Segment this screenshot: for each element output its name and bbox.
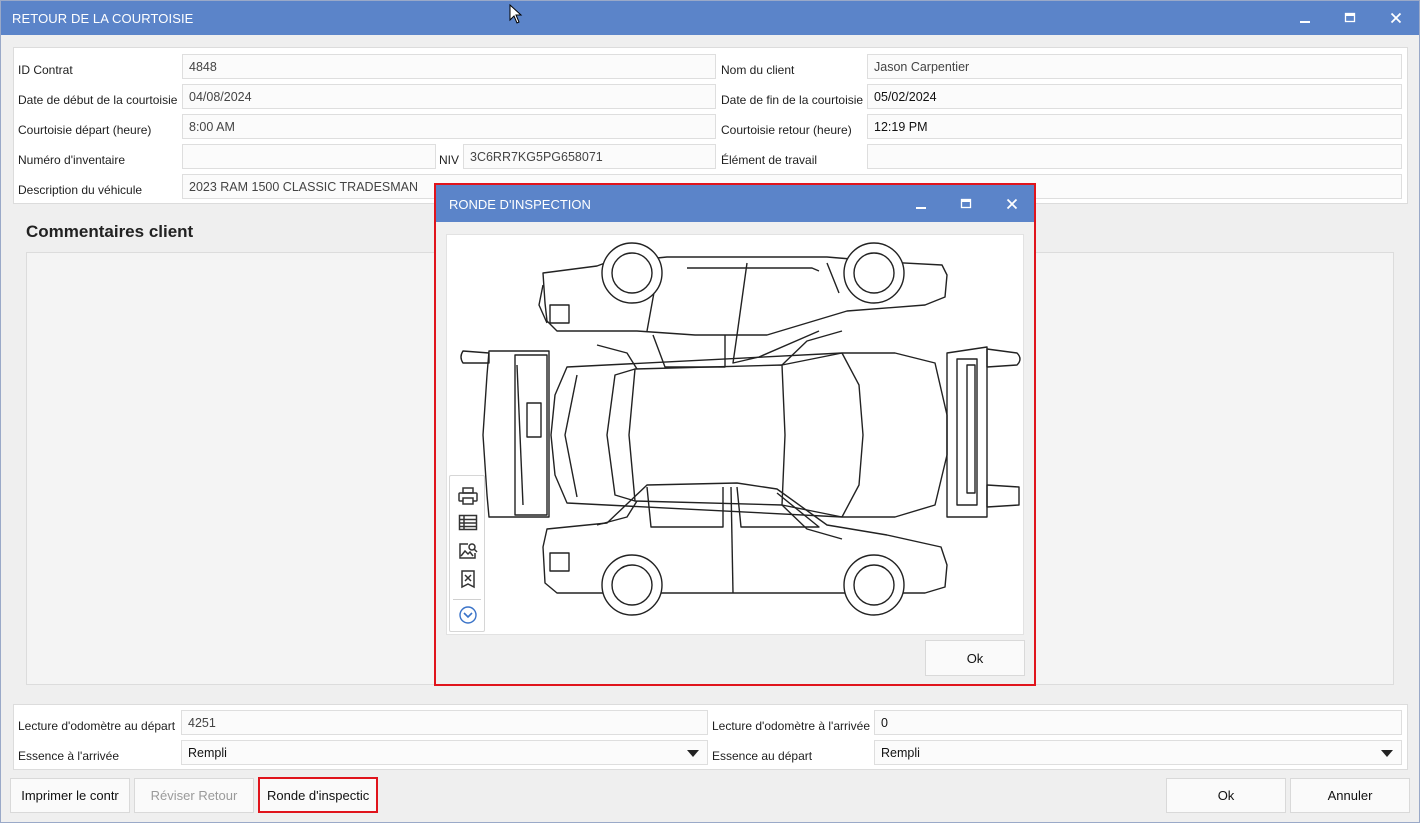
- odometer-departure-label: Lecture d'odomètre au départ: [18, 719, 176, 733]
- table-view-tool[interactable]: [457, 512, 479, 534]
- cancel-button[interactable]: Annuler: [1290, 778, 1410, 813]
- odometer-arrival-field[interactable]: 0: [874, 710, 1402, 735]
- fuel-departure-select[interactable]: Rempli: [874, 740, 1402, 765]
- vin-field[interactable]: 3C6RR7KG5PG658071: [463, 144, 716, 169]
- inspection-round-button[interactable]: Ronde d'inspectic: [258, 777, 378, 813]
- departure-time-field[interactable]: 8:00 AM: [182, 114, 716, 139]
- close-icon: [1390, 12, 1402, 24]
- inventory-number-label: Numéro d'inventaire: [18, 153, 126, 167]
- fuel-arrival-select[interactable]: Rempli: [181, 740, 708, 765]
- start-date-label: Date de début de la courtoisie: [18, 93, 178, 107]
- dialog-close-button[interactable]: [989, 187, 1035, 221]
- print-contract-button[interactable]: Imprimer le contr: [10, 778, 130, 813]
- work-item-field[interactable]: [867, 144, 1402, 169]
- clear-bookmark-icon: [461, 570, 475, 589]
- dialog-title: RONDE D'INSPECTION: [449, 197, 591, 212]
- vin-label: NIV: [439, 153, 460, 167]
- inspection-round-dialog: RONDE D'INSPECTION Ok: [434, 183, 1036, 686]
- fuel-departure-label: Essence au départ: [712, 749, 813, 763]
- client-name-field[interactable]: Jason Carpentier: [867, 54, 1402, 79]
- image-search-icon: [459, 543, 478, 559]
- dialog-maximize-button[interactable]: [943, 187, 989, 221]
- window-title: RETOUR DE LA COURTOISIE: [12, 11, 194, 26]
- image-search-tool[interactable]: [457, 540, 479, 562]
- revise-return-button[interactable]: Réviser Retour: [134, 778, 254, 813]
- fuel-departure-value: Rempli: [881, 746, 920, 760]
- odometer-fuel-panel: Lecture d'odomètre au départ 4251 Lectur…: [13, 704, 1408, 770]
- car-inspection-diagram: [460, 242, 1021, 616]
- car-top-view: [550, 330, 948, 540]
- fuel-arrival-label: Essence à l'arrivée: [18, 749, 120, 763]
- dialog-body: Ok: [436, 222, 1034, 684]
- close-button[interactable]: [1373, 1, 1419, 35]
- window-title-bar[interactable]: RETOUR DE LA COURTOISIE: [1, 1, 1419, 35]
- contract-info-panel: ID Contrat 4848 Nom du client Jason Carp…: [13, 47, 1408, 204]
- dialog-minimize-button[interactable]: [898, 187, 944, 221]
- dialog-ok-button[interactable]: Ok: [925, 640, 1025, 676]
- dropdown-arrow-icon[interactable]: [1381, 750, 1393, 757]
- maximize-icon: [1344, 12, 1356, 23]
- start-date-field[interactable]: 04/08/2024: [182, 84, 716, 109]
- minimize-icon: [1300, 21, 1310, 23]
- minimize-button[interactable]: [1282, 1, 1328, 35]
- odometer-arrival-label: Lecture d'odomètre à l'arrivée: [712, 719, 870, 733]
- maximize-button[interactable]: [1327, 1, 1373, 35]
- odometer-departure-field[interactable]: 4251: [181, 710, 708, 735]
- maximize-icon: [960, 198, 972, 209]
- dropdown-arrow-icon[interactable]: [687, 750, 699, 757]
- print-tool[interactable]: [457, 485, 479, 507]
- clear-tool[interactable]: [457, 568, 479, 590]
- toolbar-separator: [453, 599, 481, 600]
- vehicle-diagram-canvas[interactable]: [446, 234, 1024, 635]
- comments-title: Commentaires client: [26, 222, 194, 241]
- diagram-toolbar: [449, 475, 485, 632]
- departure-time-label: Courtoisie départ (heure): [18, 123, 152, 137]
- mouse-cursor-icon: [509, 4, 523, 24]
- return-time-field[interactable]: 12:19 PM: [867, 114, 1402, 139]
- minimize-icon: [916, 207, 926, 209]
- client-name-label: Nom du client: [721, 63, 795, 77]
- printer-icon: [458, 487, 478, 505]
- contract-id-field[interactable]: 4848: [182, 54, 716, 79]
- car-side-view-top: [538, 242, 948, 368]
- vehicle-description-label: Description du véhicule: [18, 183, 143, 197]
- car-side-view-bottom: [542, 482, 948, 616]
- ok-button[interactable]: Ok: [1166, 778, 1286, 813]
- table-view-icon: [458, 514, 478, 531]
- contract-id-label: ID Contrat: [18, 63, 73, 77]
- work-item-label: Élément de travail: [721, 153, 818, 167]
- end-date-label: Date de fin de la courtoisie: [721, 93, 864, 107]
- inventory-number-field[interactable]: [182, 144, 436, 169]
- expand-tool[interactable]: [457, 604, 479, 626]
- fuel-arrival-value: Rempli: [188, 746, 227, 760]
- close-icon: [1006, 198, 1018, 210]
- expand-more-icon: [459, 606, 477, 624]
- car-front-view: [946, 346, 1021, 518]
- return-time-label: Courtoisie retour (heure): [721, 123, 852, 137]
- end-date-field[interactable]: 05/02/2024: [867, 84, 1402, 109]
- dialog-title-bar[interactable]: RONDE D'INSPECTION: [436, 185, 1034, 222]
